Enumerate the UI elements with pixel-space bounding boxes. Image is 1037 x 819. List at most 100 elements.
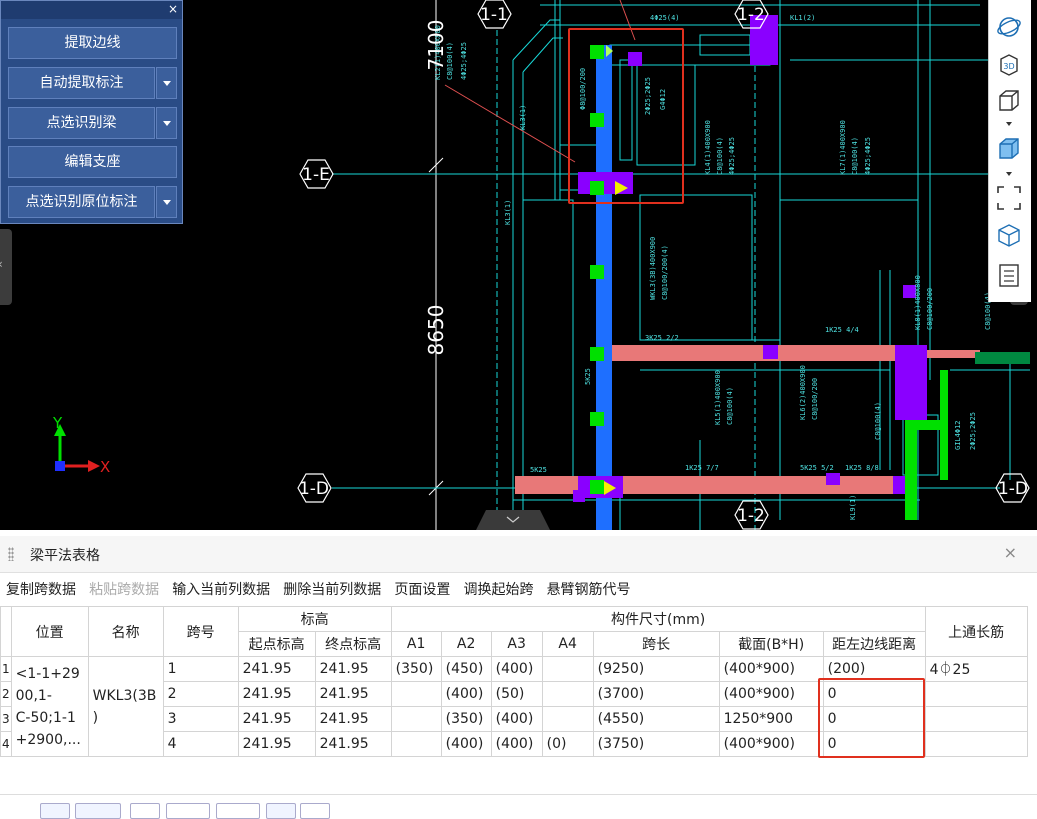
row-number[interactable]: 2	[0, 681, 12, 707]
cube-outline-icon[interactable]	[996, 222, 1022, 248]
header-name[interactable]: 名称	[87, 606, 164, 657]
paste-span-button[interactable]: 粘贴跨数据	[89, 578, 159, 602]
svg-text:C8@100/200: C8@100/200	[811, 378, 819, 420]
cell-span[interactable]: 3	[162, 706, 239, 732]
chevron-down-icon[interactable]	[1006, 122, 1012, 126]
header-end-elev[interactable]: 终点标高	[314, 631, 392, 657]
cube-icon[interactable]	[996, 88, 1022, 114]
chevron-down-icon[interactable]	[1006, 172, 1012, 176]
axis-label-1-1: 1-1	[480, 5, 508, 25]
cell-section[interactable]: (400*900)	[718, 681, 824, 707]
cell-start[interactable]: 241.95	[237, 656, 316, 682]
cell-position[interactable]: <1-1+29 00,1- C-50;1-1 +2900,...	[10, 656, 89, 757]
header-a4[interactable]: A4	[541, 631, 594, 657]
cell-a2[interactable]: (450)	[440, 656, 492, 682]
header-a1[interactable]: A1	[390, 631, 442, 657]
swap-start-span-button[interactable]: 调换起始跨	[463, 578, 533, 602]
cell-len[interactable]: (4550)	[592, 706, 720, 732]
left-side-tab[interactable]: ‹	[0, 229, 12, 305]
cell-start[interactable]: 241.95	[237, 731, 316, 757]
cell-section[interactable]: 1250*900	[718, 706, 824, 732]
auto-extract-dropdown[interactable]	[156, 67, 177, 99]
cell-a1[interactable]: (350)	[390, 656, 442, 682]
header-span-no[interactable]: 跨号	[162, 606, 239, 657]
cell-end[interactable]: 241.95	[314, 656, 392, 682]
pick-recognize-beam-dropdown[interactable]	[156, 107, 177, 139]
page-setup-button[interactable]: 页面设置	[394, 578, 450, 602]
cell-end[interactable]: 241.95	[314, 731, 392, 757]
cell-section[interactable]: (400*900)	[718, 656, 824, 682]
cell-top-bar[interactable]	[924, 731, 1028, 757]
svg-text:1K25 7/7: 1K25 7/7	[685, 464, 719, 472]
cell-end[interactable]: 241.95	[314, 681, 392, 707]
collapse-tab[interactable]	[476, 510, 550, 530]
view-3d-icon[interactable]: 3D	[996, 52, 1022, 78]
copy-span-button[interactable]: 复制跨数据	[6, 578, 76, 602]
pick-recognize-inplace-label-button[interactable]: 点选识别原位标注	[8, 186, 155, 218]
axis-label-1-2-top: 1-2	[737, 5, 765, 25]
cell-a2[interactable]: (400)	[440, 731, 492, 757]
header-section[interactable]: 截面(B*H)	[718, 631, 824, 657]
row-number[interactable]: 3	[0, 706, 12, 732]
table-panel-title: 梁平法表格	[30, 548, 100, 564]
header-top-bar[interactable]: 上通长筋	[924, 606, 1028, 657]
panel-header[interactable]: ×	[1, 1, 182, 19]
table-panel-close-icon[interactable]: ×	[1004, 543, 1017, 562]
drag-grip-icon[interactable]	[8, 547, 14, 561]
cell-a2[interactable]: (350)	[440, 706, 492, 732]
cantilever-code-button[interactable]: 悬臂钢筋代号	[547, 578, 631, 602]
cell-span[interactable]: 1	[162, 656, 239, 682]
header-offset[interactable]: 距左边线距离	[822, 631, 926, 657]
header-span-length[interactable]: 跨长	[592, 631, 720, 657]
input-column-button[interactable]: 输入当前列数据	[172, 578, 270, 602]
fullscreen-icon[interactable]	[996, 185, 1022, 211]
beam-table-panel: 梁平法表格 × 复制跨数据 粘贴跨数据 输入当前列数据 删除当前列数据 页面设置…	[0, 536, 1037, 819]
cell-a1[interactable]	[390, 706, 442, 732]
cell-a3[interactable]: (400)	[490, 706, 543, 732]
recognition-panel: × 提取边线 自动提取标注 点选识别梁 编辑支座 点选识别原位标注	[0, 0, 183, 224]
header-position[interactable]: 位置	[10, 606, 89, 657]
cell-start[interactable]: 241.95	[237, 706, 316, 732]
pick-recognize-beam-button[interactable]: 点选识别梁	[8, 107, 155, 139]
cell-a1[interactable]	[390, 681, 442, 707]
cell-top-bar[interactable]	[924, 706, 1028, 732]
cell-a3[interactable]: (400)	[490, 656, 543, 682]
cell-a1[interactable]	[390, 731, 442, 757]
svg-text:2Φ25;2Φ25: 2Φ25;2Φ25	[969, 412, 977, 450]
cell-span[interactable]: 2	[162, 681, 239, 707]
table-footer	[0, 794, 1037, 819]
cell-a4[interactable]	[541, 681, 594, 707]
delete-column-button[interactable]: 删除当前列数据	[283, 578, 381, 602]
cell-a3[interactable]: (50)	[490, 681, 543, 707]
cell-len[interactable]: (9250)	[592, 656, 720, 682]
auto-extract-label-button[interactable]: 自动提取标注	[8, 67, 155, 99]
header-start-elev[interactable]: 起点标高	[237, 631, 316, 657]
cell-len[interactable]: (3750)	[592, 731, 720, 757]
cell-end[interactable]: 241.95	[314, 706, 392, 732]
cell-section[interactable]: (400*900)	[718, 731, 824, 757]
cell-len[interactable]: (3700)	[592, 681, 720, 707]
cell-top-bar[interactable]: 4⏀25	[924, 656, 1028, 682]
cell-span[interactable]: 4	[162, 731, 239, 757]
panel-close-icon[interactable]: ×	[168, 2, 178, 16]
list-icon[interactable]	[996, 262, 1022, 288]
header-a2[interactable]: A2	[440, 631, 492, 657]
cell-top-bar[interactable]	[924, 681, 1028, 707]
edit-support-button[interactable]: 编辑支座	[8, 146, 177, 178]
cell-a3[interactable]: (400)	[490, 731, 543, 757]
row-number[interactable]: 1	[0, 656, 12, 682]
cell-a4[interactable]	[541, 706, 594, 732]
pick-recognize-inplace-dropdown[interactable]	[156, 186, 177, 218]
cell-a4[interactable]: (0)	[541, 731, 594, 757]
orbit-icon[interactable]	[996, 14, 1022, 40]
table-panel-header[interactable]: 梁平法表格 ×	[0, 536, 1037, 573]
extract-edge-button[interactable]: 提取边线	[8, 27, 177, 59]
cell-start[interactable]: 241.95	[237, 681, 316, 707]
cell-a4[interactable]	[541, 656, 594, 682]
cube-solid-icon[interactable]	[996, 136, 1022, 162]
cell-a2[interactable]: (400)	[440, 681, 492, 707]
cell-beam-name[interactable]: WKL3(3B)	[87, 656, 164, 757]
row-number[interactable]: 4	[0, 731, 12, 757]
header-a3[interactable]: A3	[490, 631, 543, 657]
beam-pink-upper[interactable]	[610, 345, 900, 361]
